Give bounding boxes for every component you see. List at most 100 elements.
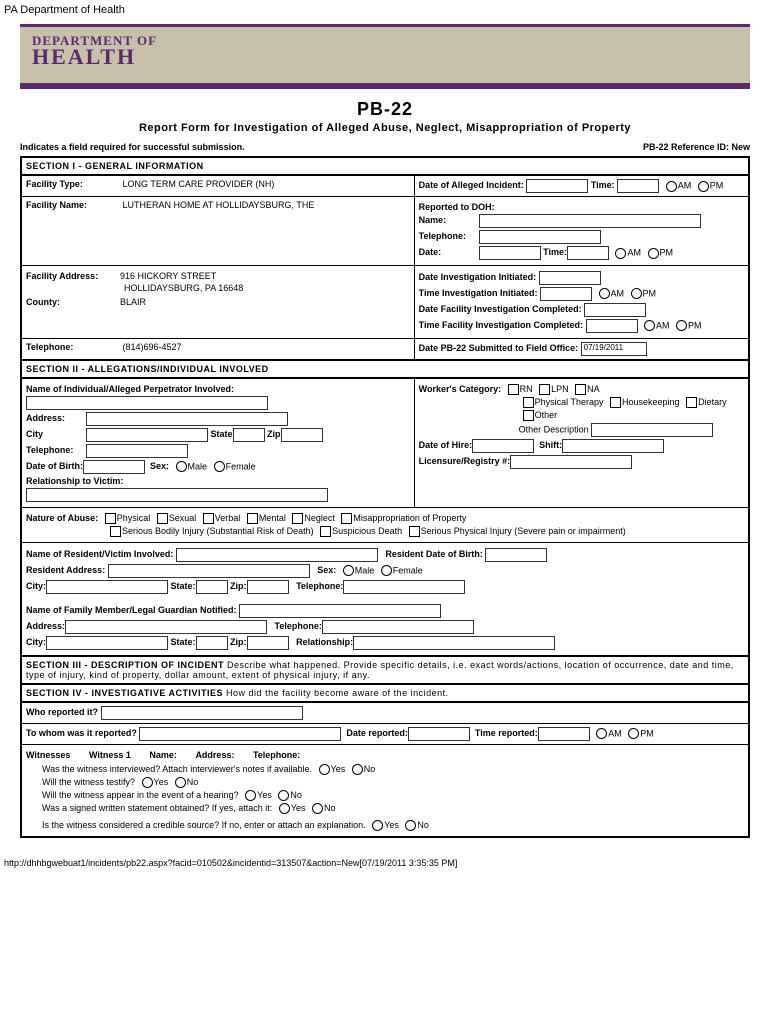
q4-label: Was a signed written statement obtained?…: [42, 803, 272, 813]
am-radio[interactable]: [666, 181, 677, 192]
q5-no-radio[interactable]: [405, 820, 416, 831]
time-label: Time:: [591, 180, 615, 190]
mental-check[interactable]: [247, 513, 258, 524]
rep-am-radio[interactable]: [596, 728, 607, 739]
spi-check[interactable]: [409, 526, 420, 537]
doh-pm-radio[interactable]: [648, 248, 659, 259]
date-submitted-field[interactable]: 07/19/2011: [581, 342, 647, 356]
q4-no-radio[interactable]: [312, 803, 323, 814]
fac-pm-radio[interactable]: [676, 320, 687, 331]
fam-addr-field[interactable]: [65, 620, 267, 634]
towhom-field[interactable]: [139, 727, 341, 741]
res-zip-field[interactable]: [247, 580, 289, 594]
res-female-radio[interactable]: [381, 565, 392, 576]
q3-yes-radio[interactable]: [245, 790, 256, 801]
perp-city-field[interactable]: [86, 428, 208, 442]
fam-city-field[interactable]: [46, 636, 168, 650]
rel-victim-field[interactable]: [26, 488, 328, 502]
date-hire-label: Date of Hire:: [419, 440, 473, 450]
doh-time-field[interactable]: [567, 246, 609, 260]
rep-pm-radio[interactable]: [628, 728, 639, 739]
doh-tel-label: Telephone:: [419, 231, 479, 241]
sex-check[interactable]: [157, 513, 168, 524]
q5-yes-radio[interactable]: [372, 820, 383, 831]
date-inv-init-field[interactable]: [539, 271, 601, 285]
w-addr-label: Address:: [195, 750, 234, 760]
other-check[interactable]: [523, 410, 534, 421]
res-city-field[interactable]: [46, 580, 168, 594]
other-desc-field[interactable]: [591, 423, 713, 437]
date-fac-inv-field[interactable]: [584, 303, 646, 317]
hk-check[interactable]: [610, 397, 621, 408]
doh-date-field[interactable]: [479, 246, 541, 260]
fam-rel-field[interactable]: [353, 636, 555, 650]
who-reported-field[interactable]: [101, 706, 303, 720]
res-state-label: State:: [171, 581, 196, 591]
q4-yes-radio[interactable]: [279, 803, 290, 814]
q2-label: Will the witness testify?: [42, 777, 135, 787]
time-rep-field[interactable]: [538, 727, 590, 741]
inv-pm-radio[interactable]: [631, 288, 642, 299]
diet-check[interactable]: [686, 397, 697, 408]
verb-check[interactable]: [203, 513, 214, 524]
perp-addr-field[interactable]: [86, 412, 288, 426]
misapp-check[interactable]: [341, 513, 352, 524]
q2-yes-radio[interactable]: [142, 777, 153, 788]
fac-am-radio[interactable]: [644, 320, 655, 331]
fam-tel-field[interactable]: [322, 620, 474, 634]
q1-yes-radio[interactable]: [319, 764, 330, 775]
pm-radio[interactable]: [698, 181, 709, 192]
time-fac-inv-label: Time Facility Investigation Completed:: [419, 320, 583, 330]
fam-state-field[interactable]: [196, 636, 228, 650]
res-male-radio[interactable]: [343, 565, 354, 576]
res-addr-field[interactable]: [108, 564, 310, 578]
time-fac-inv-field[interactable]: [586, 319, 638, 333]
res-state-field[interactable]: [196, 580, 228, 594]
perp-name-field[interactable]: [26, 396, 268, 410]
doh-am-radio[interactable]: [615, 248, 626, 259]
date-rep-field[interactable]: [408, 727, 470, 741]
who-reported-label: Who reported it?: [26, 707, 98, 717]
facility-name-value: LUTHERAN HOME AT HOLLIDAYSBURG, THE: [123, 200, 315, 210]
res-city-label: City:: [26, 581, 46, 591]
facility-name-label: Facility Name:: [26, 200, 116, 210]
phys-check[interactable]: [105, 513, 116, 524]
perp-female-radio[interactable]: [214, 461, 225, 472]
res-dob-field[interactable]: [485, 548, 547, 562]
fam-zip-field[interactable]: [247, 636, 289, 650]
susp-check[interactable]: [320, 526, 331, 537]
doh-tel-field[interactable]: [479, 230, 601, 244]
res-tel-field[interactable]: [343, 580, 465, 594]
date-hire-field[interactable]: [472, 439, 534, 453]
inv-am-radio[interactable]: [599, 288, 610, 299]
time-inv-init-field[interactable]: [540, 287, 592, 301]
date-fac-inv-label: Date Facility Investigation Completed:: [419, 304, 582, 314]
witness1-label: Witness 1: [89, 750, 131, 760]
lic-reg-field[interactable]: [510, 455, 632, 469]
required-note: Indicates a field required for successfu…: [20, 142, 245, 152]
neglect-check[interactable]: [292, 513, 303, 524]
date-incident-field[interactable]: [526, 179, 588, 193]
county-value: BLAIR: [120, 297, 146, 307]
perp-zip-field[interactable]: [281, 428, 323, 442]
form-code: PB-22: [20, 99, 750, 120]
doh-date-label: Date:: [419, 247, 479, 257]
q2-no-radio[interactable]: [175, 777, 186, 788]
sbi-check[interactable]: [110, 526, 121, 537]
victim-name-field[interactable]: [176, 548, 378, 562]
doh-name-field[interactable]: [479, 214, 701, 228]
fam-name-field[interactable]: [239, 604, 441, 618]
rn-check[interactable]: [508, 384, 519, 395]
na-check[interactable]: [575, 384, 586, 395]
perp-tel-field[interactable]: [86, 444, 188, 458]
q1-no-radio[interactable]: [352, 764, 363, 775]
pt-check[interactable]: [523, 397, 534, 408]
perp-male-radio[interactable]: [176, 461, 187, 472]
perp-state-field[interactable]: [233, 428, 265, 442]
lpn-check[interactable]: [539, 384, 550, 395]
q3-no-radio[interactable]: [278, 790, 289, 801]
shift-field[interactable]: [562, 439, 664, 453]
perp-dob-field[interactable]: [83, 460, 145, 474]
facility-type-value: LONG TERM CARE PROVIDER (NH): [123, 179, 275, 189]
time-field[interactable]: [617, 179, 659, 193]
